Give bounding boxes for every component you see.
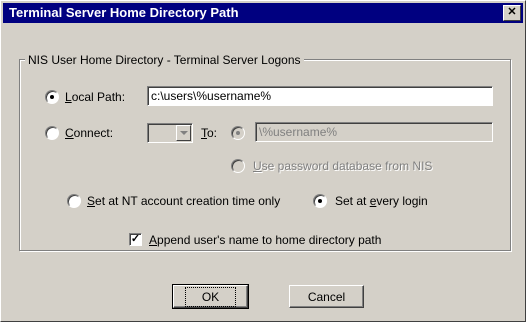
nt-creation-time-label: Set at NT account creation time only: [87, 194, 281, 208]
connect-drive-select[interactable]: [147, 123, 193, 143]
use-nis-label: Use password database from NIS: [253, 159, 433, 173]
title-bar[interactable]: Terminal Server Home Directory Path ✕: [3, 3, 523, 23]
to-label: To:: [201, 126, 218, 140]
close-icon: ✕: [507, 6, 517, 18]
append-username-checkbox[interactable]: ✓: [129, 233, 142, 246]
close-button[interactable]: ✕: [503, 5, 521, 21]
radio-selected-dot: [50, 95, 54, 99]
ok-button-label: OK: [184, 287, 237, 307]
chevron-down-icon[interactable]: [176, 125, 191, 141]
checkmark-icon: ✓: [130, 233, 141, 245]
local-path-input[interactable]: [147, 86, 493, 106]
to-path-radio[interactable]: [231, 126, 245, 140]
use-nis-radio[interactable]: [231, 159, 245, 173]
every-login-label: Set at every login: [335, 194, 428, 208]
terminal-server-home-directory-dialog: Terminal Server Home Directory Path ✕ NI…: [0, 0, 526, 322]
local-path-label: Local Path:: [65, 90, 126, 104]
connect-label: Connect:: [65, 126, 114, 140]
cancel-button[interactable]: Cancel: [289, 285, 364, 308]
radio-selected-dot: [318, 199, 322, 203]
nt-creation-time-radio[interactable]: [67, 194, 81, 208]
every-login-radio[interactable]: [313, 194, 327, 208]
ok-button[interactable]: OK: [172, 284, 249, 309]
connect-radio[interactable]: [45, 126, 59, 140]
radio-selected-dot: [236, 131, 240, 135]
append-username-label: Append user's name to home directory pat…: [149, 233, 382, 247]
group-legend: NIS User Home Directory - Terminal Serve…: [25, 53, 304, 67]
to-path-input[interactable]: [255, 122, 493, 142]
dialog-title: Terminal Server Home Directory Path: [9, 5, 239, 20]
cancel-button-label: Cancel: [307, 290, 346, 304]
local-path-radio[interactable]: [45, 90, 59, 104]
